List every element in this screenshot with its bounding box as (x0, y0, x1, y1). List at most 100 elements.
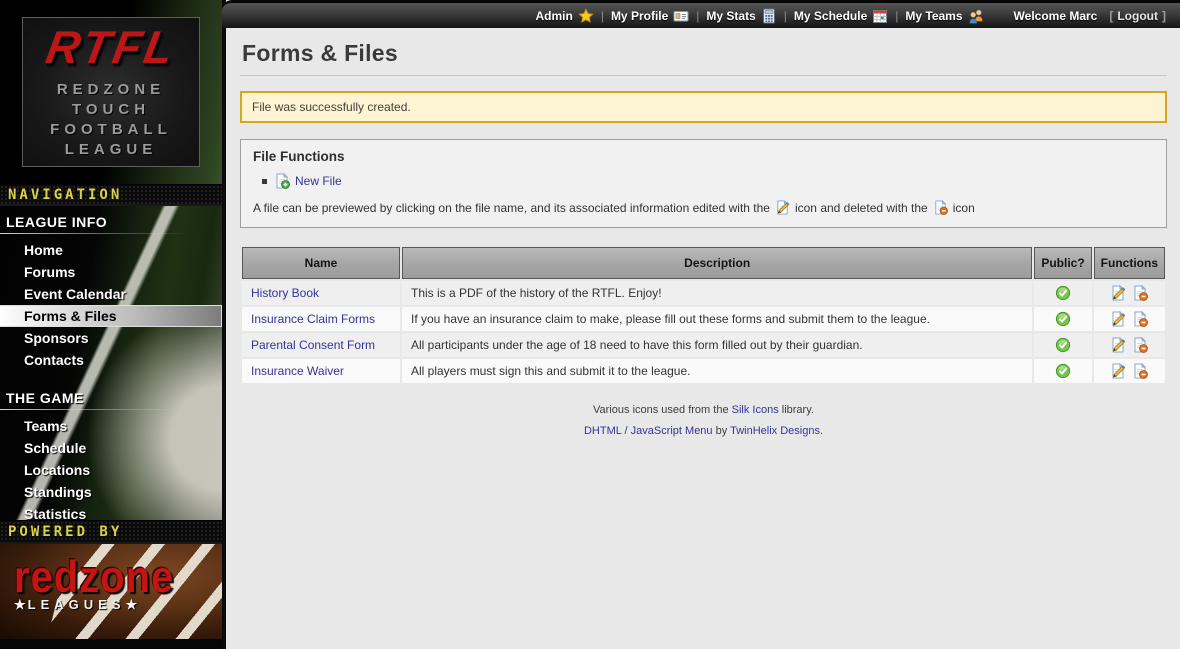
welcome-text: Welcome Marc (1014, 9, 1098, 23)
section-underline (0, 233, 222, 234)
league-logo-line: REDZONE (57, 80, 165, 100)
edit-file-button[interactable] (1110, 285, 1126, 301)
credit-text: . (820, 425, 823, 437)
sidebar-item-sponsors[interactable]: Sponsors (0, 327, 222, 349)
topbar-separator: | (895, 9, 898, 23)
page-add-icon (274, 173, 290, 189)
league-logo-box: RTFL REDZONE TOUCH FOOTBALL LEAGUE (22, 17, 200, 167)
sidebar-menu: LEAGUE INFO Home Forums Event Calendar F… (0, 206, 222, 520)
sidebar-item-contacts[interactable]: Contacts (0, 349, 222, 371)
column-header-description: Description (402, 247, 1032, 279)
topbar-my-teams-label: My Teams (905, 9, 962, 23)
column-header-functions: Functions (1094, 247, 1165, 279)
table-row: Parental Consent Form All participants u… (242, 333, 1165, 357)
file-name-link[interactable]: Insurance Claim Forms (251, 312, 375, 326)
redzone-logo-name: redzone (14, 556, 174, 599)
league-logo-acronym: RTFL (43, 24, 180, 70)
sidebar-item-home[interactable]: Home (0, 239, 222, 261)
edit-file-button[interactable] (1110, 363, 1126, 379)
file-name-link[interactable]: Parental Consent Form (251, 338, 375, 352)
file-functions-panel: File Functions New File A file can be pr… (240, 139, 1167, 228)
file-name-link[interactable]: History Book (251, 286, 319, 300)
sidebar-bottom-strip (0, 639, 222, 649)
sidebar-item-statistics[interactable]: Statistics (0, 503, 222, 520)
public-yes-icon (1055, 285, 1071, 301)
files-table-header-row: Name Description Public? Functions (242, 247, 1165, 279)
file-description: All players must sign this and submit it… (402, 359, 1032, 383)
calendar-icon (872, 8, 888, 24)
navigation-band: NAVIGATION (0, 184, 222, 206)
star-icon (578, 8, 594, 24)
delete-file-button[interactable] (1132, 337, 1148, 353)
content-left-border (222, 0, 226, 649)
new-file-label: New File (295, 174, 342, 188)
calculator-icon (761, 8, 777, 24)
topbar-my-stats-link[interactable]: My Stats (706, 8, 776, 24)
logout-bracket: [ (1109, 9, 1113, 23)
list-bullet (262, 179, 267, 184)
file-description: All participants under the age of 18 nee… (402, 333, 1032, 357)
public-yes-icon (1055, 311, 1071, 327)
sidebar-item-standings[interactable]: Standings (0, 481, 222, 503)
topbar-my-stats-label: My Stats (706, 9, 755, 23)
main-content: Forms & Files File was successfully crea… (226, 28, 1180, 649)
sidebar-item-forms-files[interactable]: Forms & Files (0, 305, 222, 327)
twinhelix-credit: DHTML / JavaScript Menu by TwinHelix Des… (240, 425, 1167, 437)
success-notice: File was successfully created. (240, 91, 1167, 123)
twinhelix-link[interactable]: TwinHelix Designs (730, 425, 820, 437)
topbar-my-profile-link[interactable]: My Profile (611, 8, 689, 24)
page-delete-icon (933, 200, 948, 215)
navigation-band-label: NAVIGATION (8, 187, 122, 203)
credit-text: library. (782, 404, 814, 416)
sidebar-item-locations[interactable]: Locations (0, 459, 222, 481)
title-divider (240, 75, 1167, 76)
sidebar-item-schedule[interactable]: Schedule (0, 437, 222, 459)
league-logo-line: TOUCH (72, 100, 150, 120)
table-row: History Book This is a PDF of the histor… (242, 281, 1165, 305)
topbar-my-schedule-link[interactable]: My Schedule (794, 8, 888, 24)
delete-file-button[interactable] (1132, 285, 1148, 301)
file-name-link[interactable]: Insurance Waiver (251, 364, 344, 378)
help-text-after: icon (953, 201, 975, 215)
file-description: This is a PDF of the history of the RTFL… (402, 281, 1032, 305)
redzone-logo-text: redzone ★LEAGUES★ (14, 556, 174, 613)
section-title-league-info: LEAGUE INFO (0, 206, 222, 233)
sidebar: RTFL REDZONE TOUCH FOOTBALL LEAGUE NAVIG… (0, 0, 222, 649)
column-header-public: Public? (1034, 247, 1091, 279)
new-file-row: New File (262, 173, 1154, 189)
topbar: Admin | My Profile | My Stats | My Sched… (222, 0, 1180, 28)
logout-button[interactable]: Logout (1117, 9, 1158, 23)
sidebar-item-forums[interactable]: Forums (0, 261, 222, 283)
page-edit-icon (775, 200, 790, 215)
delete-file-button[interactable] (1132, 311, 1148, 327)
public-yes-icon (1055, 337, 1071, 353)
topbar-my-teams-link[interactable]: My Teams (905, 8, 983, 24)
section-underline (0, 409, 222, 410)
files-table: Name Description Public? Functions Histo… (240, 245, 1167, 385)
league-logo-line: FOOTBALL (50, 120, 172, 140)
file-description: If you have an insurance claim to make, … (402, 307, 1032, 331)
topbar-admin-link[interactable]: Admin (535, 8, 593, 24)
file-functions-help: A file can be previewed by clicking on t… (253, 200, 1154, 215)
topbar-my-profile-label: My Profile (611, 9, 668, 23)
topbar-my-schedule-label: My Schedule (794, 9, 867, 23)
new-file-button[interactable]: New File (274, 173, 342, 189)
vcard-icon (673, 8, 689, 24)
section-title-the-game: THE GAME (0, 382, 222, 409)
dhtml-menu-link[interactable]: DHTML / JavaScript Menu (584, 425, 713, 437)
topbar-separator: | (696, 9, 699, 23)
edit-file-button[interactable] (1110, 311, 1126, 327)
table-row: Insurance Waiver All players must sign t… (242, 359, 1165, 383)
logout-wrap: [ Logout ] (1109, 9, 1166, 23)
credit-text: Various icons used from the (593, 404, 729, 416)
sidebar-item-event-calendar[interactable]: Event Calendar (0, 283, 222, 305)
sidebar-item-teams[interactable]: Teams (0, 415, 222, 437)
powered-by-label: POWERED BY (8, 524, 122, 540)
delete-file-button[interactable] (1132, 363, 1148, 379)
topbar-admin-label: Admin (535, 9, 572, 23)
credit-text: by (716, 425, 728, 437)
silk-icons-link[interactable]: Silk Icons (732, 404, 779, 416)
edit-file-button[interactable] (1110, 337, 1126, 353)
league-logo-line: LEAGUE (65, 140, 158, 160)
redzone-leagues-logo: redzone ★LEAGUES★ (0, 544, 222, 639)
